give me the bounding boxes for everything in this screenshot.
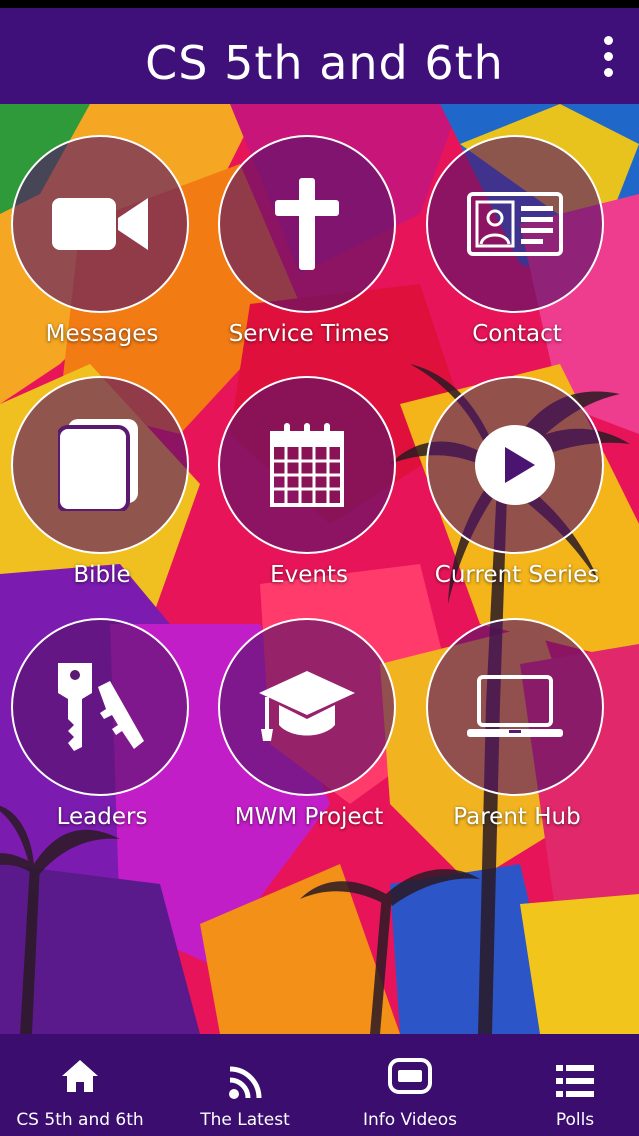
tile-circle: [426, 376, 604, 554]
tile-label: Messages: [45, 321, 159, 347]
app-title: CS 5th and 6th: [145, 36, 504, 90]
keys-icon: [58, 663, 144, 751]
overflow-dot: [603, 52, 613, 61]
book-icon: [58, 419, 138, 511]
tab-home[interactable]: CS 5th and 6th: [0, 1034, 160, 1136]
app-bar: CS 5th and 6th: [0, 8, 639, 104]
tab-the-latest[interactable]: The Latest: [165, 1034, 325, 1136]
overflow-dot: [603, 68, 613, 77]
cross-icon: [275, 178, 339, 270]
tile-label: Contact: [472, 321, 562, 347]
tile-label: MWM Project: [234, 804, 384, 830]
list-icon: [556, 1065, 594, 1097]
tab-label: Polls: [555, 1110, 595, 1130]
tile-label: Parent Hub: [453, 804, 581, 830]
rss-icon: [229, 1066, 262, 1099]
overflow-menu-button[interactable]: [597, 36, 619, 84]
overflow-dot: [603, 36, 613, 45]
tile-circle: [11, 376, 189, 554]
hd-video-icon: [388, 1058, 432, 1094]
play-icon: [475, 425, 555, 505]
tile-circle: [11, 618, 189, 796]
tile-label: Events: [270, 562, 348, 588]
bottom-tab-bar: CS 5th and 6th The Latest Info Videos Po…: [0, 1034, 639, 1136]
tab-info-videos[interactable]: Info Videos: [330, 1034, 490, 1136]
tile-circle: [426, 618, 604, 796]
tile-label: Service Times: [228, 321, 390, 347]
tab-polls[interactable]: Polls: [495, 1034, 639, 1136]
status-bar: [0, 0, 639, 8]
tile-label: Leaders: [56, 804, 148, 830]
tile-circle: [218, 376, 396, 554]
home-icon: [62, 1060, 98, 1092]
tile-label: Bible: [73, 562, 131, 588]
calendar-icon: [270, 423, 344, 507]
graduation-cap-icon: [259, 671, 355, 741]
tile-circle: [426, 135, 604, 313]
tile-circle: [11, 135, 189, 313]
tile-circle: [218, 135, 396, 313]
video-camera-icon: [52, 198, 148, 250]
tile-circle: [218, 618, 396, 796]
laptop-icon: [467, 675, 563, 737]
tile-label: Current Series: [434, 562, 600, 588]
contact-card-icon: [467, 192, 563, 256]
